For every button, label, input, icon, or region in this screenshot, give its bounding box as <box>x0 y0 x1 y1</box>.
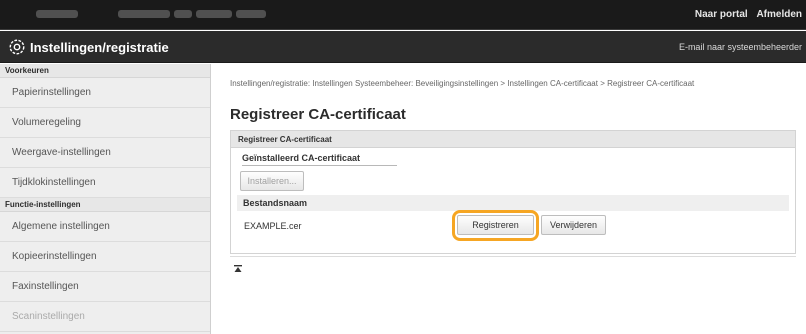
sidebar-group-functions: Functie-instellingen <box>0 198 210 212</box>
sidebar-group-preferences: Voorkeuren <box>0 64 210 78</box>
main-content: Instellingen/registratie: Instellingen S… <box>211 64 806 334</box>
breadcrumb: Instellingen/registratie: Instellingen S… <box>230 79 695 88</box>
highlight-ring <box>452 210 539 241</box>
install-button[interactable]: Installeren... <box>240 171 304 191</box>
filename-value: EXAMPLE.cer <box>244 221 302 231</box>
gear-icon <box>9 39 25 55</box>
back-to-top-icon[interactable] <box>233 264 243 274</box>
sidebar-item-fax[interactable]: Faxinstellingen <box>0 272 210 302</box>
device-name-blurred <box>36 10 266 18</box>
sidebar-item-general[interactable]: Algemene instellingen <box>0 212 210 242</box>
delete-button[interactable]: Verwijderen <box>541 215 606 235</box>
top-bar: Naar portal Afmelden <box>0 0 806 30</box>
email-admin-link[interactable]: E-mail naar systeembeheerder <box>679 42 802 52</box>
sidebar-item-volume[interactable]: Volumeregeling <box>0 108 210 138</box>
logout-link[interactable]: Afmelden <box>756 9 802 20</box>
app-title: Instellingen/registratie <box>30 40 169 55</box>
content-divider <box>230 256 796 257</box>
installed-ca-label: Geïnstalleerd CA-certificaat <box>242 153 361 163</box>
title-bar: Instellingen/registratie E-mail naar sys… <box>0 31 806 63</box>
top-links: Naar portal Afmelden <box>689 9 802 20</box>
filename-header: Bestandsnaam <box>237 195 789 211</box>
sidebar: Voorkeuren Papierinstellingen Volumerege… <box>0 64 211 334</box>
sidebar-item-copy[interactable]: Kopieerinstellingen <box>0 242 210 272</box>
panel-header: Registreer CA-certificaat <box>231 131 795 148</box>
register-ca-panel: Registreer CA-certificaat Geïnstalleerd … <box>230 130 796 254</box>
sidebar-item-paper[interactable]: Papierinstellingen <box>0 78 210 108</box>
portal-link[interactable]: Naar portal <box>695 9 748 20</box>
sidebar-item-scan[interactable]: Scaninstellingen <box>0 302 210 332</box>
sidebar-item-clock[interactable]: Tijdklokinstellingen <box>0 168 210 198</box>
section-divider <box>242 165 397 166</box>
sidebar-item-display[interactable]: Weergave-instellingen <box>0 138 210 168</box>
page-title: Registreer CA-certificaat <box>230 106 406 123</box>
